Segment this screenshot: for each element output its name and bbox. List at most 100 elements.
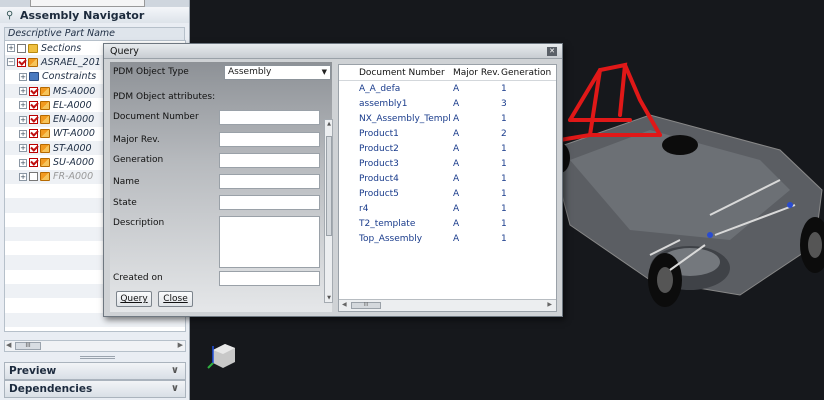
visibility-checkbox[interactable] (17, 57, 26, 67)
result-row[interactable]: Product2 A 1 (339, 141, 556, 156)
result-row[interactable]: Product3 A 1 (339, 156, 556, 171)
scroll-thumb[interactable]: III (15, 342, 41, 350)
expand-icon[interactable]: + (19, 115, 27, 124)
tree-node-label: SU-A000 (53, 157, 95, 169)
scroll-thumb[interactable] (326, 136, 332, 236)
expand-icon[interactable]: + (19, 101, 27, 110)
column-generation[interactable]: Generation (499, 68, 551, 78)
created-on-field[interactable] (219, 271, 320, 286)
result-generation: 1 (501, 173, 507, 184)
result-major-rev: A (453, 173, 460, 184)
tree-node-label: EN-A000 (53, 114, 95, 126)
tree-horizontal-scrollbar[interactable]: ◀ III ▶ (4, 340, 186, 352)
state-field[interactable] (219, 195, 320, 210)
result-major-rev: A (453, 113, 460, 124)
attributes-label: PDM Object attributes: (113, 92, 216, 102)
result-row[interactable]: Product1 A 2 (339, 126, 556, 141)
panel-tab-handle[interactable] (30, 0, 145, 7)
chevron-down-icon[interactable]: ▼ (322, 66, 327, 79)
scroll-thumb[interactable]: III (351, 302, 381, 309)
visibility-checkbox[interactable] (29, 172, 38, 182)
preview-panel-header[interactable]: Preview ∨ (4, 362, 186, 380)
result-row[interactable]: NX_Assembly_Template_1A 1 (339, 111, 556, 126)
result-row[interactable]: r4 A 1 (339, 201, 556, 216)
scroll-right-icon[interactable]: ▶ (547, 301, 552, 308)
close-button[interactable]: Close (158, 291, 193, 307)
pin-icon[interactable]: ⚲ (6, 10, 20, 21)
result-document-number: r4 (359, 203, 369, 214)
result-major-rev: A (453, 143, 460, 154)
dependencies-label: Dependencies (9, 383, 93, 395)
column-major-rev[interactable]: Major Rev. (451, 68, 500, 78)
visibility-checkbox[interactable] (29, 86, 38, 96)
scroll-up-icon[interactable]: ▲ (325, 121, 333, 127)
description-field[interactable] (219, 216, 320, 268)
expand-icon[interactable]: + (19, 172, 27, 181)
visibility-checkbox[interactable] (29, 143, 38, 153)
result-row[interactable]: T2_template A 1 (339, 216, 556, 231)
visibility-checkbox[interactable] (29, 129, 38, 139)
result-major-rev: A (453, 128, 460, 139)
tree-node-label: Constraints (42, 71, 97, 83)
expand-icon[interactable]: + (7, 44, 15, 53)
object-type-dropdown[interactable]: Assembly ▼ (224, 65, 331, 80)
name-field[interactable] (219, 174, 320, 189)
app-window: { "navigator": { "title": "Assembly Navi… (0, 0, 824, 400)
collapse-icon[interactable]: − (7, 58, 15, 67)
document-number-field[interactable] (219, 110, 320, 125)
chevron-down-icon[interactable]: ∨ (171, 365, 179, 376)
result-generation: 2 (501, 128, 507, 139)
major-rev-field[interactable] (219, 132, 320, 147)
result-row[interactable]: Top_Assembly A 1 (339, 231, 556, 246)
expand-icon[interactable]: + (19, 87, 27, 96)
generation-field[interactable] (219, 153, 320, 168)
column-header-descriptive-part-name[interactable]: Descriptive Part Name (4, 27, 185, 41)
form-vertical-scrollbar[interactable]: ▲ ▼ (324, 119, 333, 303)
visibility-checkbox[interactable] (29, 115, 38, 125)
result-row[interactable]: A_A_defa A 1 (339, 81, 556, 96)
query-button[interactable]: Query (116, 291, 152, 307)
major-rev-label: Major Rev. (113, 135, 160, 145)
results-horizontal-scrollbar[interactable]: ◀ III ▶ (339, 299, 556, 311)
column-document-number[interactable]: Document Number (339, 68, 451, 78)
folder-icon (28, 43, 38, 53)
result-major-rev: A (453, 203, 460, 214)
expand-icon[interactable]: + (19, 158, 27, 167)
expand-icon[interactable]: + (19, 129, 27, 138)
dependencies-panel-header[interactable]: Dependencies ∨ (4, 380, 186, 398)
tree-node-label: EL-A000 (53, 99, 92, 111)
expand-icon[interactable]: + (19, 144, 27, 153)
result-document-number: NX_Assembly_Template_1 (359, 113, 451, 124)
result-document-number: A_A_defa (359, 83, 401, 94)
race-car-model[interactable] (530, 40, 824, 310)
result-generation: 1 (501, 113, 507, 124)
dialog-title-bar[interactable]: Query (104, 44, 562, 59)
result-row[interactable]: Product4 A 1 (339, 171, 556, 186)
result-row[interactable]: assembly1 A 3 (339, 96, 556, 111)
visibility-checkbox[interactable] (17, 43, 26, 53)
assembly-icon (40, 172, 50, 182)
visibility-checkbox[interactable] (29, 100, 38, 110)
tree-node-label: ST-A000 (53, 142, 92, 154)
splitter-grip[interactable] (80, 356, 115, 359)
scroll-left-icon[interactable]: ◀ (6, 341, 11, 349)
result-generation: 1 (501, 143, 507, 154)
close-icon[interactable]: ✕ (547, 47, 557, 56)
tree-node-label: MS-A000 (53, 85, 96, 97)
result-document-number: Product3 (359, 158, 399, 169)
tree-node-label: ASRAEL_201 (41, 56, 101, 68)
query-dialog: Query ✕ PDM Object Type Assembly ▼ PDM O… (103, 43, 563, 317)
assembly-icon (40, 86, 50, 96)
document-number-label: Document Number (113, 112, 199, 122)
result-document-number: T2_template (359, 218, 416, 229)
constraints-icon (29, 72, 39, 82)
results-body: A_A_defa A 1 assembly1 A 3 NX_Assembly_Templat… (339, 81, 556, 246)
visibility-checkbox[interactable] (29, 158, 38, 168)
result-document-number: Top_Assembly (359, 233, 423, 244)
scroll-down-icon[interactable]: ▼ (325, 295, 333, 301)
result-row[interactable]: Product5 A 1 (339, 186, 556, 201)
chevron-down-icon[interactable]: ∨ (171, 383, 179, 394)
scroll-left-icon[interactable]: ◀ (342, 301, 347, 308)
expand-icon[interactable]: + (19, 72, 27, 81)
scroll-right-icon[interactable]: ▶ (178, 341, 183, 349)
